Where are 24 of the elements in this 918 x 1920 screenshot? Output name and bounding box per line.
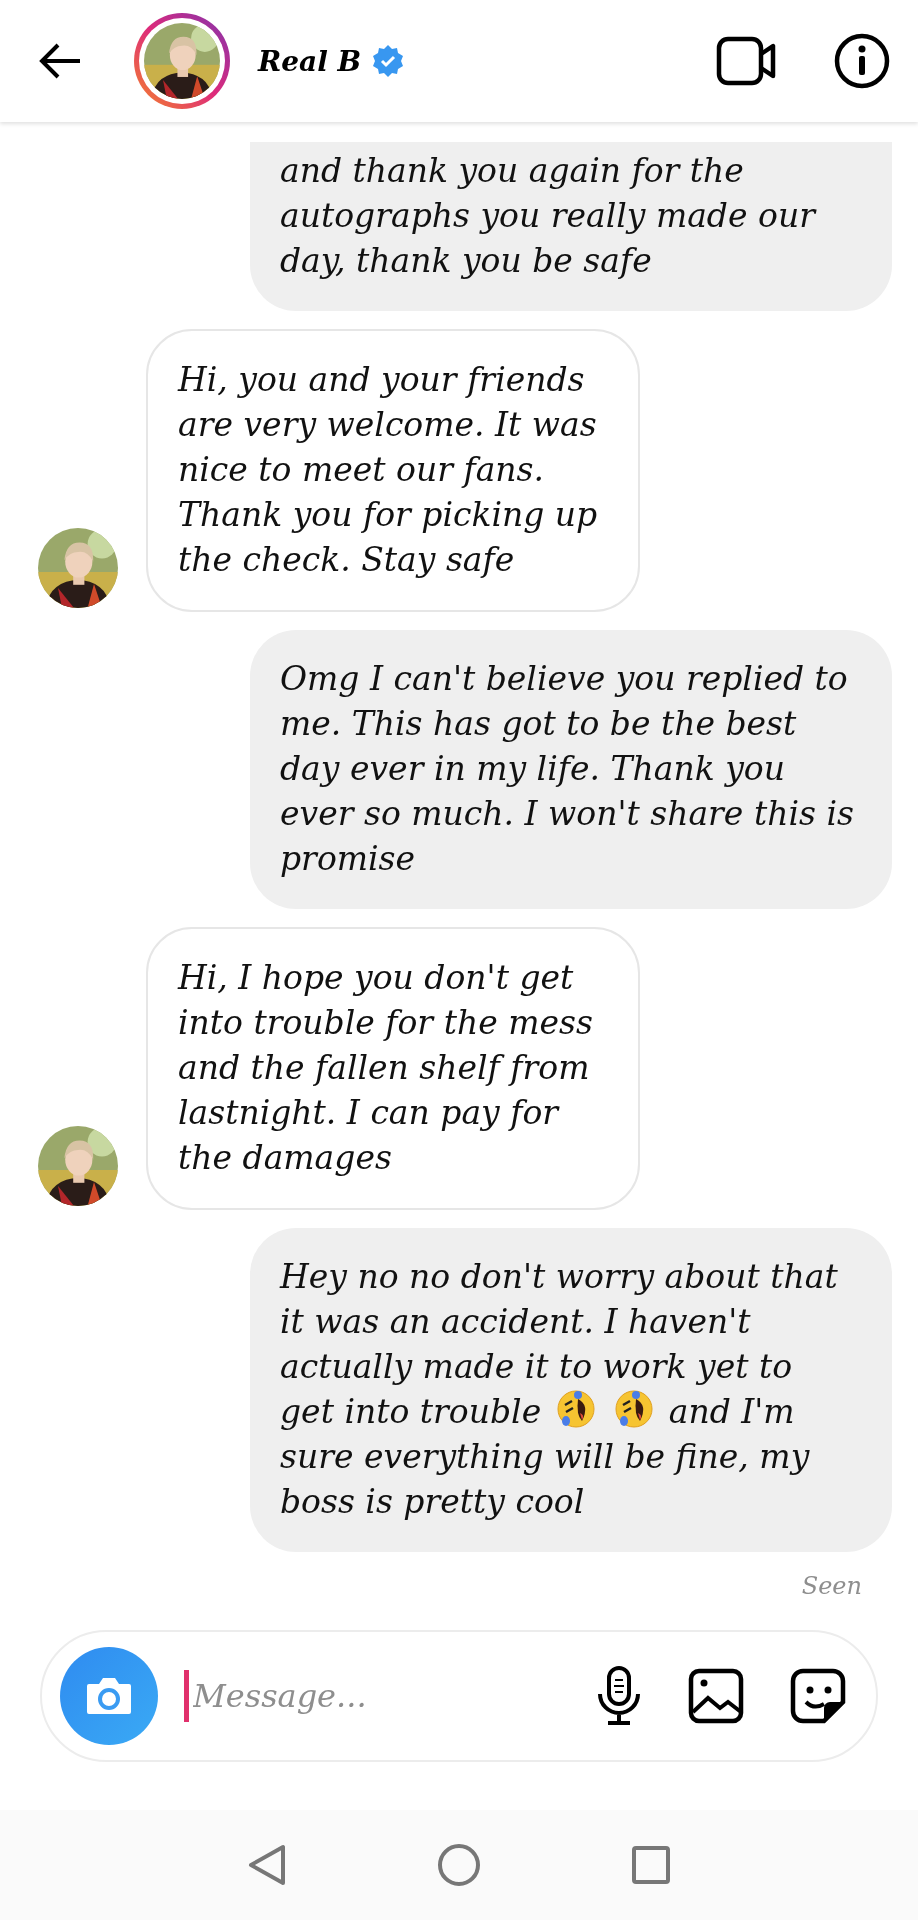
message-text: Hi, you and your friends are very welcome. It was nice to meet our fans. Thank you for picking up the check. Stay safe <box>178 359 599 581</box>
message-input-field[interactable]: Message... <box>189 1677 473 1715</box>
gallery-icon[interactable] <box>688 1668 744 1724</box>
message-text: and thank you again for the autographs you really made our day, thank you be safe <box>280 150 818 282</box>
message-text: sure everything will be fine, my boss is pretty cool <box>280 1436 811 1523</box>
microphone-icon[interactable] <box>596 1666 642 1726</box>
message-text: Hi, I hope you don't get into trouble for the mess and the fallen shelf from lastnight. I can pay for the damages <box>178 957 594 1179</box>
message-text: Omg I can't believe you replied to me. This has got to be the best day ever in my life. Thank you ever so much. I won't share this is promise <box>280 658 855 880</box>
laughing-face-icon <box>555 1389 596 1429</box>
text-cursor <box>184 1670 189 1722</box>
seen-status: Seen <box>801 1572 862 1600</box>
back-arrow-icon[interactable] <box>38 43 82 79</box>
contact-name[interactable]: Real B <box>258 44 362 78</box>
recents-nav-icon[interactable] <box>631 1845 671 1885</box>
camera-button[interactable] <box>60 1647 158 1745</box>
camera-icon <box>85 1676 133 1716</box>
video-call-icon[interactable] <box>716 36 778 86</box>
message-text: get into trouble <box>280 1392 542 1431</box>
message-text: and I'm <box>668 1392 795 1431</box>
home-nav-icon[interactable] <box>437 1843 481 1887</box>
sticker-icon[interactable] <box>790 1668 846 1724</box>
laughing-face-icon <box>614 1389 655 1429</box>
back-nav-icon[interactable] <box>247 1843 287 1887</box>
info-icon[interactable] <box>834 33 890 89</box>
